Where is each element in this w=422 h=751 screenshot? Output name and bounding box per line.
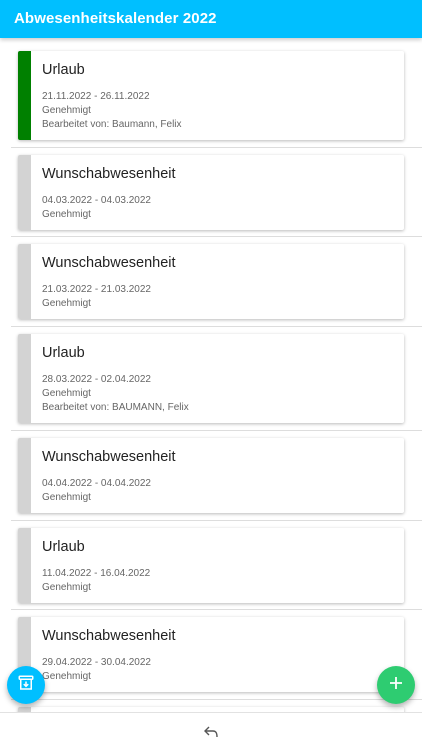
absence-status: Genehmigt [42, 582, 91, 593]
absence-type: Urlaub [42, 62, 85, 78]
absence-status: Genehmigt [42, 298, 91, 309]
plus-icon [388, 675, 404, 696]
absence-dates: 04.03.2022 - 04.03.2022 [42, 195, 151, 206]
absence-card[interactable]: Urlaub 11.04.2022 - 16.04.2022 Genehmigt [18, 528, 404, 603]
list-item: Wunschabwesenheit 04.03.2022 - 04.03.202… [0, 148, 422, 237]
absence-dates: 04.04.2022 - 04.04.2022 [42, 478, 151, 489]
export-fab[interactable] [7, 666, 45, 704]
archive-download-icon [17, 674, 35, 697]
page-title: Abwesenheitskalender 2022 [14, 10, 217, 27]
list-item: Wunschabwesenheit 04.04.2022 - 04.04.202… [0, 431, 422, 521]
absence-status: Genehmigt [42, 105, 91, 116]
list-item: Urlaub 28.03.2022 - 02.04.2022 Genehmigt… [0, 327, 422, 431]
card-status-bar [18, 438, 31, 513]
bottom-bar [0, 712, 422, 751]
absence-status: Genehmigt [42, 209, 91, 220]
list-item: Urlaub 21.11.2022 - 26.11.2022 Genehmigt… [0, 51, 422, 148]
card-status-bar [18, 244, 31, 319]
absence-dates: 21.11.2022 - 26.11.2022 [42, 91, 150, 102]
absence-dates: 28.03.2022 - 02.04.2022 [42, 374, 151, 385]
absence-status: Genehmigt [42, 492, 91, 503]
back-arrow-icon[interactable] [203, 725, 219, 744]
absence-type: Wunschabwesenheit [42, 166, 176, 182]
card-status-bar [18, 334, 31, 423]
absence-list[interactable]: Urlaub 21.11.2022 - 26.11.2022 Genehmigt… [0, 38, 422, 712]
absence-card[interactable]: Urlaub 21.11.2022 - 26.11.2022 Genehmigt… [18, 51, 404, 140]
add-absence-button[interactable] [377, 666, 415, 704]
absence-type: Wunschabwesenheit [42, 628, 176, 644]
card-status-bar [18, 528, 31, 603]
list-item [0, 700, 422, 712]
absence-dates: 29.04.2022 - 30.04.2022 [42, 657, 151, 668]
absence-type: Wunschabwesenheit [42, 255, 176, 271]
list-item: Wunschabwesenheit 21.03.2022 - 21.03.202… [0, 237, 422, 327]
app-bar: Abwesenheitskalender 2022 [0, 0, 422, 38]
list-item: Urlaub 11.04.2022 - 16.04.2022 Genehmigt [0, 521, 422, 610]
absence-card[interactable]: Wunschabwesenheit 04.03.2022 - 04.03.202… [18, 155, 404, 230]
absence-status: Genehmigt [42, 671, 91, 682]
absence-card[interactable]: Wunschabwesenheit 21.03.2022 - 21.03.202… [18, 244, 404, 319]
absence-type: Urlaub [42, 539, 85, 555]
absence-dates: 21.03.2022 - 21.03.2022 [42, 284, 151, 295]
card-status-bar [18, 155, 31, 230]
absence-type: Wunschabwesenheit [42, 449, 176, 465]
absence-editor: Bearbeitet von: Baumann, Felix [42, 119, 182, 130]
list-item: Wunschabwesenheit 29.04.2022 - 30.04.202… [0, 610, 422, 700]
card-status-bar [18, 51, 31, 140]
absence-card[interactable]: Wunschabwesenheit 04.04.2022 - 04.04.202… [18, 438, 404, 513]
absence-card[interactable]: Urlaub 28.03.2022 - 02.04.2022 Genehmigt… [18, 334, 404, 423]
absence-type: Urlaub [42, 345, 85, 361]
absence-status: Genehmigt [42, 388, 91, 399]
absence-editor: Bearbeitet von: BAUMANN, Felix [42, 402, 189, 413]
absence-dates: 11.04.2022 - 16.04.2022 [42, 568, 151, 579]
absence-card[interactable]: Wunschabwesenheit 29.04.2022 - 30.04.202… [18, 617, 404, 692]
